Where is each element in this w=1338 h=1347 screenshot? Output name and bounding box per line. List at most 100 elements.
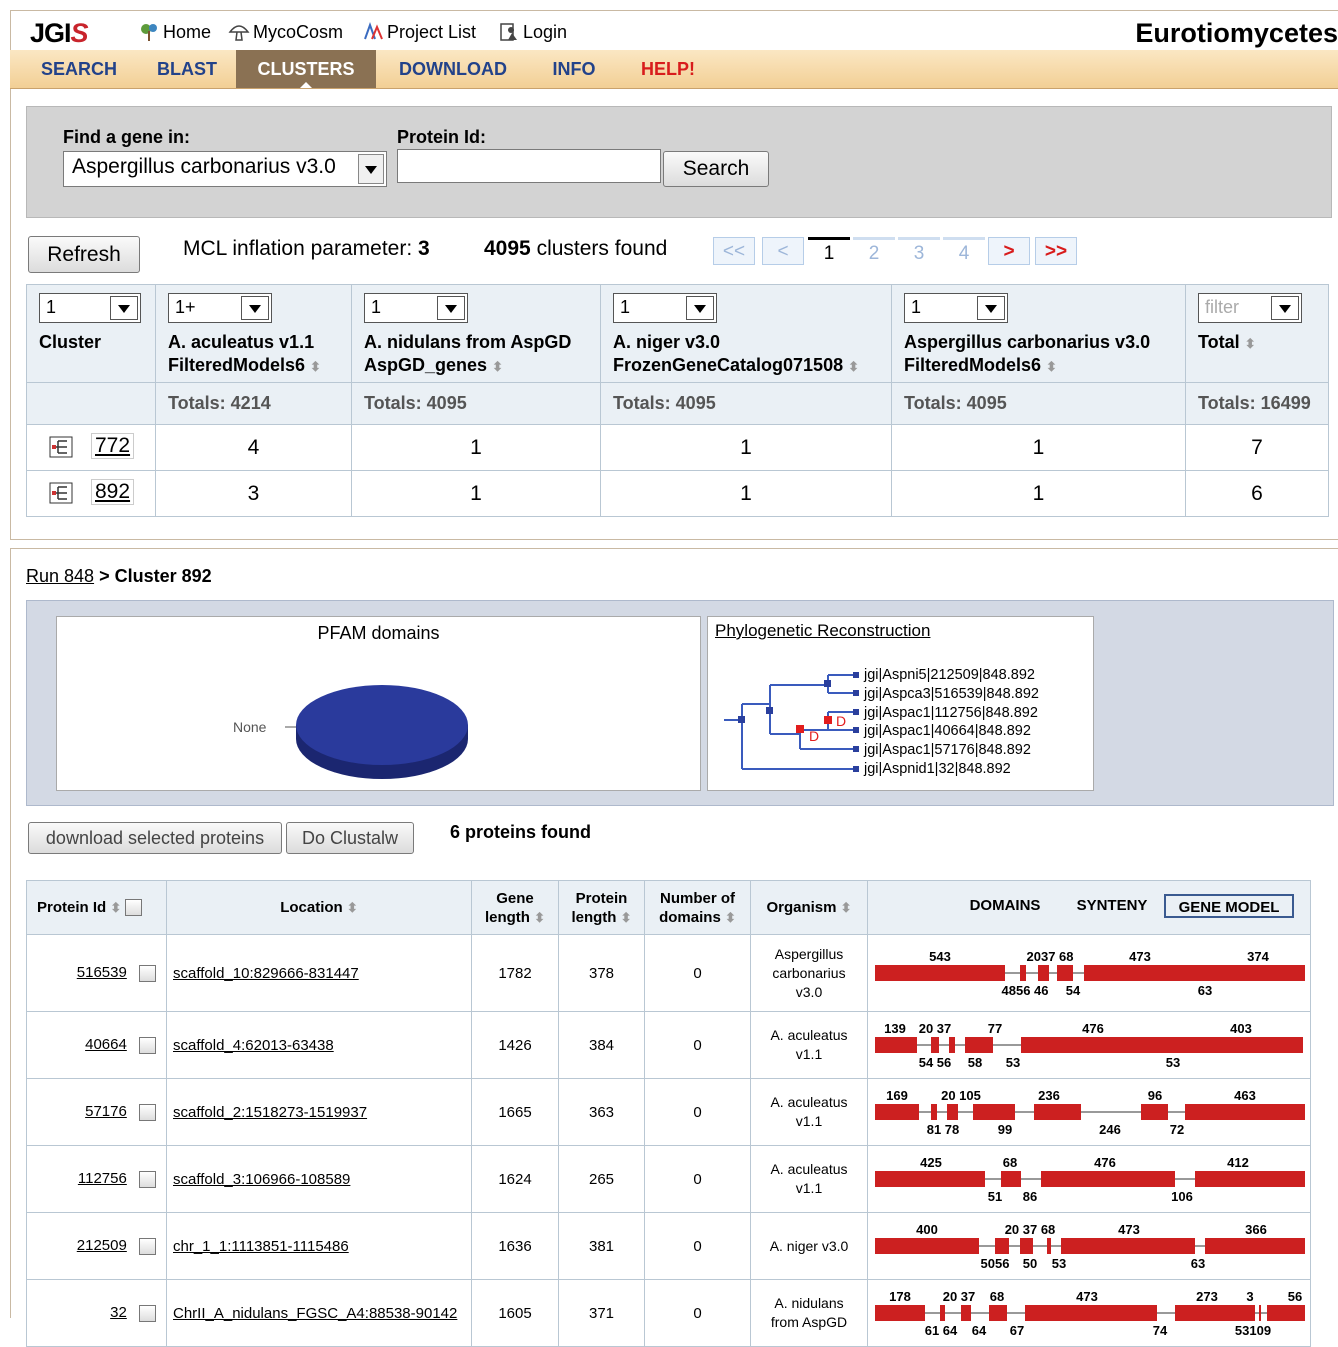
col-header-organism[interactable]: Organism ⬍ <box>750 880 868 935</box>
row-checkbox[interactable] <box>139 1036 156 1054</box>
download-selected-button[interactable]: download selected proteins <box>28 822 282 854</box>
nav-blast[interactable]: BLAST <box>138 50 236 88</box>
exon <box>1001 1171 1021 1187</box>
organism-line: A. aculeatus <box>770 1161 848 1177</box>
col-header-protein-id[interactable]: Protein Id ⬍ <box>26 880 167 935</box>
protein-id-input[interactable] <box>397 149 661 183</box>
sort-icon[interactable]: ⬍ <box>534 910 545 925</box>
mycocosm-link[interactable]: MycoCosm <box>228 22 343 43</box>
sort-icon[interactable]: ⬍ <box>621 910 632 925</box>
search-button[interactable]: Search <box>663 151 769 187</box>
location-link[interactable]: ChrII_A_nidulans_FGSC_A4:88538-90142 <box>173 1305 457 1322</box>
sort-icon[interactable]: ⬍ <box>492 359 503 374</box>
chevron-down-icon <box>241 296 269 320</box>
location-link[interactable]: chr_1_1:1113851-1115486 <box>173 1238 349 1255</box>
phylo-leaf[interactable]: jgi|Aspac1|40664|848.892 <box>864 722 1039 741</box>
length-label: 366 <box>1245 1222 1267 1237</box>
tab-synteny[interactable]: SYNTENY <box>1064 894 1160 918</box>
pager-page-4[interactable]: 4 <box>943 237 985 265</box>
pager-page-2[interactable]: 2 <box>853 237 895 265</box>
phylo-leaf[interactable]: jgi|Aspni5|212509|848.892 <box>864 666 1039 685</box>
select-all-checkbox[interactable] <box>125 899 143 917</box>
pager-last[interactable]: >> <box>1035 237 1077 265</box>
pager-page-1[interactable]: 1 <box>808 237 850 265</box>
login-link[interactable]: Login <box>498 22 567 43</box>
protein-id-link[interactable]: 57176 <box>85 1103 127 1120</box>
row-checkbox[interactable] <box>139 1103 156 1121</box>
col-header-aculeatus: 1+ A. aculeatus v1.1 FilteredModels6 ⬍ <box>155 284 352 383</box>
niger-filter-select[interactable]: 1 <box>613 293 717 323</box>
sort-icon[interactable]: ⬍ <box>1245 336 1256 351</box>
sort-icon[interactable]: ⬍ <box>725 910 736 925</box>
protein-id-link[interactable]: 32 <box>110 1304 127 1321</box>
carbonarius-filter-select[interactable]: 1 <box>904 293 1008 323</box>
pager-next[interactable]: > <box>988 237 1030 265</box>
jgi-logo[interactable]: JGIS <box>30 18 89 49</box>
row-checkbox[interactable] <box>139 1170 156 1188</box>
sort-icon[interactable]: ⬍ <box>310 359 321 374</box>
col-header-domains[interactable]: Number of domains ⬍ <box>644 880 751 935</box>
col-header-location[interactable]: Location ⬍ <box>166 880 472 935</box>
nav-search[interactable]: SEARCH <box>20 50 138 88</box>
col-header-gene-length[interactable]: Gene length ⬍ <box>471 880 559 935</box>
nidulans-filter-select[interactable]: 1 <box>364 293 468 323</box>
cluster-link[interactable]: 772 <box>91 433 135 459</box>
nav-help[interactable]: HELP! <box>618 50 718 88</box>
phylo-leaf[interactable]: jgi|Aspac1|57176|848.892 <box>864 741 1039 760</box>
row-checkbox[interactable] <box>139 1237 156 1255</box>
run-link[interactable]: Run 848 <box>26 566 94 586</box>
tab-gene-model[interactable]: GENE MODEL <box>1164 894 1294 918</box>
cluster-filter-select[interactable]: 1 <box>39 293 141 323</box>
col-name[interactable]: Cluster <box>39 331 101 354</box>
protein-id-link[interactable]: 112756 <box>78 1170 127 1187</box>
location-link[interactable]: scaffold_3:106966-108589 <box>173 1171 350 1188</box>
col-name[interactable]: A. aculeatus v1.1 FilteredModels6 ⬍ <box>168 331 321 378</box>
phylo-leaf[interactable]: jgi|Aspnid1|32|848.892 <box>864 760 1039 779</box>
pager-prev[interactable]: < <box>762 237 804 265</box>
aculeatus-filter-select[interactable]: 1+ <box>168 293 272 323</box>
sort-icon[interactable]: ⬍ <box>848 359 859 374</box>
location-link[interactable]: scaffold_10:829666-831447 <box>173 965 359 982</box>
pager-first[interactable]: << <box>713 237 755 265</box>
tree-view-icon[interactable] <box>49 482 73 504</box>
row-checkbox[interactable] <box>139 1304 156 1322</box>
nav-clusters[interactable]: CLUSTERS <box>236 50 376 88</box>
pager-page-3[interactable]: 3 <box>898 237 940 265</box>
protein-id-link[interactable]: 40664 <box>85 1036 127 1053</box>
total-filter-select[interactable]: filter <box>1198 293 1302 323</box>
tab-domains[interactable]: DOMAINS <box>962 894 1048 918</box>
phylo-leaf[interactable]: jgi|Aspac1|112756|848.892 <box>864 704 1039 723</box>
refresh-button[interactable]: Refresh <box>28 236 140 273</box>
col-name[interactable]: A. niger v3.0 FrozenGeneCatalog071508 ⬍ <box>613 331 859 378</box>
organism-line: v3.0 <box>795 983 823 1000</box>
clustalw-button[interactable]: Do Clustalw <box>286 822 414 854</box>
sort-icon[interactable]: ⬍ <box>841 900 852 915</box>
length-label: 236 <box>1038 1088 1060 1103</box>
project-list-link[interactable]: Project List <box>362 22 476 43</box>
col-name[interactable]: Total ⬍ <box>1198 331 1256 355</box>
location-link[interactable]: scaffold_4:62013-63438 <box>173 1037 334 1054</box>
genome-select[interactable]: Aspergillus carbonarius v3.0 <box>63 151 387 187</box>
row-checkbox[interactable] <box>139 964 156 982</box>
col-name[interactable]: A. nidulans from AspGD AspGD_genes ⬍ <box>364 331 571 378</box>
chevron-down-icon <box>110 296 138 320</box>
protein-id-link[interactable]: 516539 <box>77 964 127 981</box>
gene-length-cell: 1665 <box>471 1078 559 1146</box>
totals-cell <box>26 382 156 425</box>
sort-icon[interactable]: ⬍ <box>110 900 121 915</box>
sort-icon[interactable]: ⬍ <box>1046 359 1057 374</box>
nav-info[interactable]: INFO <box>530 50 618 88</box>
col-header-protein-length[interactable]: Protein length ⬍ <box>558 880 645 935</box>
home-link[interactable]: Home <box>138 22 211 43</box>
phylo-leaf[interactable]: jgi|Aspca3|516539|848.892 <box>864 685 1039 704</box>
tree-view-icon[interactable] <box>49 436 73 458</box>
cluster-link[interactable]: 892 <box>91 479 135 505</box>
nav-download[interactable]: DOWNLOAD <box>376 50 530 88</box>
length-label: 425 <box>920 1155 942 1170</box>
location-link[interactable]: scaffold_2:1518273-1519937 <box>173 1104 367 1121</box>
col-name[interactable]: Aspergillus carbonarius v3.0 FilteredMode… <box>904 331 1150 378</box>
col-header-carbonarius: 1 Aspergillus carbonarius v3.0 FilteredMo… <box>891 284 1186 383</box>
protein-id-link[interactable]: 212509 <box>77 1237 127 1254</box>
totals-cell: Totals: 4095 <box>891 382 1186 425</box>
sort-icon[interactable]: ⬍ <box>347 900 358 915</box>
